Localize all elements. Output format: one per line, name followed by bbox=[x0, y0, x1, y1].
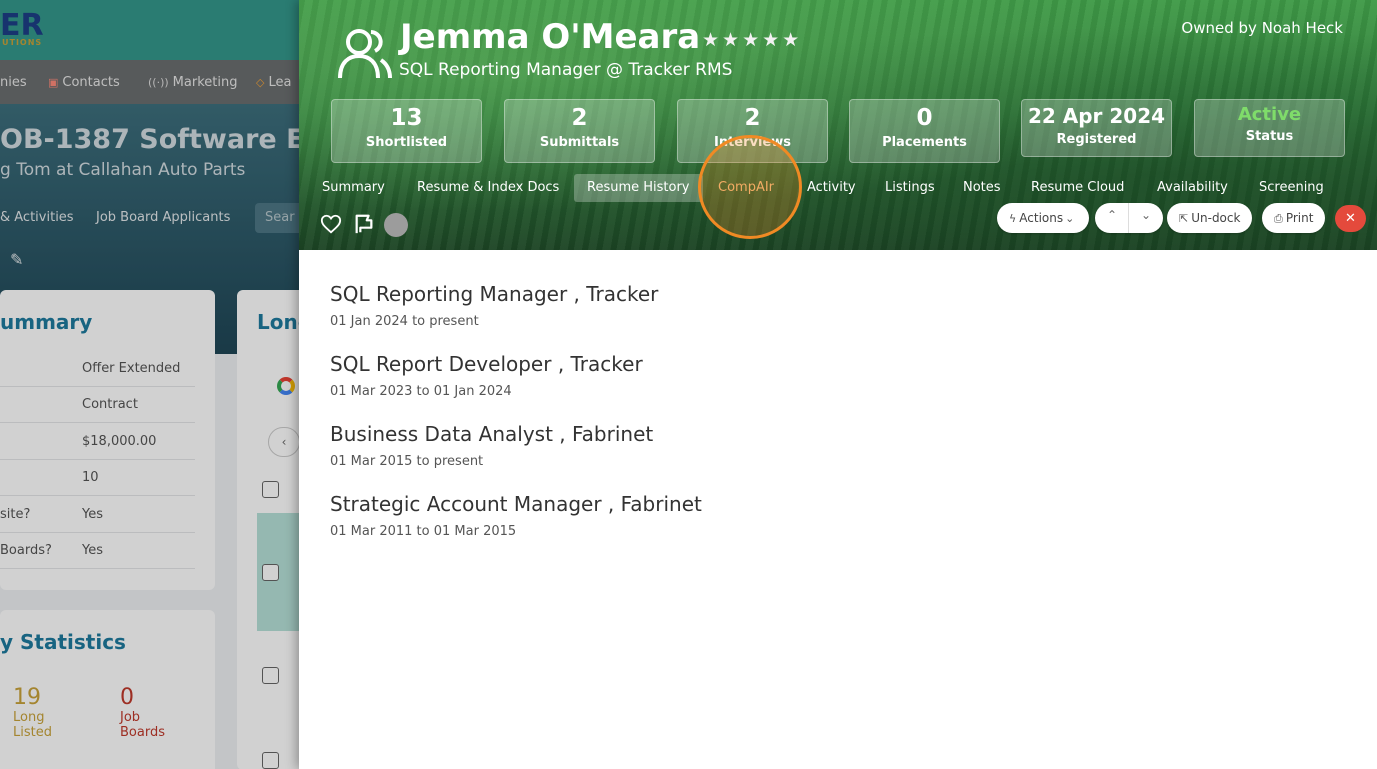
job-entry-title: Business Data Analyst , Fabrinet bbox=[330, 422, 654, 446]
job-entry-title: Strategic Account Manager , Fabrinet bbox=[330, 492, 702, 516]
candidate-job-title: SQL Reporting Manager @ Tracker RMS bbox=[399, 60, 733, 80]
owner-label: Owned by Noah Heck bbox=[1181, 19, 1343, 37]
job-entry-dates: 01 Mar 2015 to present bbox=[330, 454, 484, 469]
list-item: Strategic Account Manager , Fabrinet 01 … bbox=[330, 492, 1330, 562]
next-record-button[interactable]: ⌄ bbox=[1129, 208, 1163, 222]
tab-notes[interactable]: Notes bbox=[950, 174, 1014, 202]
stat-submittals[interactable]: 2 Submittals bbox=[504, 99, 655, 163]
job-entry-title: SQL Report Developer , Tracker bbox=[330, 352, 643, 376]
tab-listings[interactable]: Listings bbox=[872, 174, 948, 202]
navigation-buttons: ⌃ ⌄ bbox=[1095, 203, 1163, 233]
tab-screening[interactable]: Screening bbox=[1246, 174, 1337, 202]
stat-status: Active Status bbox=[1194, 99, 1345, 157]
tab-availability[interactable]: Availability bbox=[1144, 174, 1241, 202]
tab-activity[interactable]: Activity bbox=[794, 174, 869, 202]
resume-history-list: SQL Reporting Manager , Tracker 01 Jan 2… bbox=[330, 282, 1330, 562]
tab-resume-index-docs[interactable]: Resume & Index Docs bbox=[404, 174, 572, 202]
actions-button[interactable]: ϟ Actions ⌄ bbox=[997, 203, 1090, 233]
candidate-tabs: Summary Resume & Index Docs Resume Histo… bbox=[299, 174, 1377, 202]
flag-icon[interactable] bbox=[353, 213, 375, 235]
list-item: Business Data Analyst , Fabrinet 01 Mar … bbox=[330, 422, 1330, 492]
tab-summary[interactable]: Summary bbox=[309, 174, 398, 202]
external-link-icon: ⇱ bbox=[1179, 212, 1189, 225]
list-item: SQL Report Developer , Tracker 01 Mar 20… bbox=[330, 352, 1330, 422]
job-entry-dates: 01 Mar 2023 to 01 Jan 2024 bbox=[330, 384, 512, 399]
printer-icon: ⎙ bbox=[1274, 212, 1283, 225]
stat-registered: 22 Apr 2024 Registered bbox=[1021, 99, 1172, 157]
job-entry-dates: 01 Mar 2011 to 01 Mar 2015 bbox=[330, 524, 517, 539]
list-item: SQL Reporting Manager , Tracker 01 Jan 2… bbox=[330, 282, 1330, 352]
tab-resume-history[interactable]: Resume History bbox=[574, 174, 703, 202]
stat-placements[interactable]: 0 Placements bbox=[849, 99, 1000, 163]
previous-record-button[interactable]: ⌃ bbox=[1095, 208, 1129, 222]
stat-shortlisted[interactable]: 13 Shortlisted bbox=[331, 99, 482, 163]
click-highlight-circle bbox=[698, 135, 802, 239]
candidate-panel: Jemma O'Meara ★★★★★ SQL Reporting Manage… bbox=[299, 0, 1377, 769]
print-button[interactable]: ⎙ Print bbox=[1262, 203, 1326, 233]
overlay-shade bbox=[0, 0, 300, 769]
candidate-name: Jemma O'Meara bbox=[400, 17, 701, 57]
tab-resume-cloud[interactable]: Resume Cloud bbox=[1018, 174, 1137, 202]
candidate-header: Jemma O'Meara ★★★★★ SQL Reporting Manage… bbox=[299, 0, 1377, 250]
undock-button[interactable]: ⇱ Un-dock bbox=[1167, 203, 1253, 233]
job-entry-dates: 01 Jan 2024 to present bbox=[330, 314, 479, 329]
rating-stars[interactable]: ★★★★★ bbox=[702, 29, 802, 51]
heart-icon[interactable] bbox=[320, 213, 342, 235]
candidate-person-icon bbox=[338, 29, 392, 79]
status-dot[interactable] bbox=[384, 213, 408, 237]
chevron-down-icon: ⌄ bbox=[1065, 212, 1075, 225]
close-button[interactable]: ✕ bbox=[1335, 205, 1366, 232]
job-entry-title: SQL Reporting Manager , Tracker bbox=[330, 282, 659, 306]
bolt-icon: ϟ bbox=[1009, 212, 1017, 225]
